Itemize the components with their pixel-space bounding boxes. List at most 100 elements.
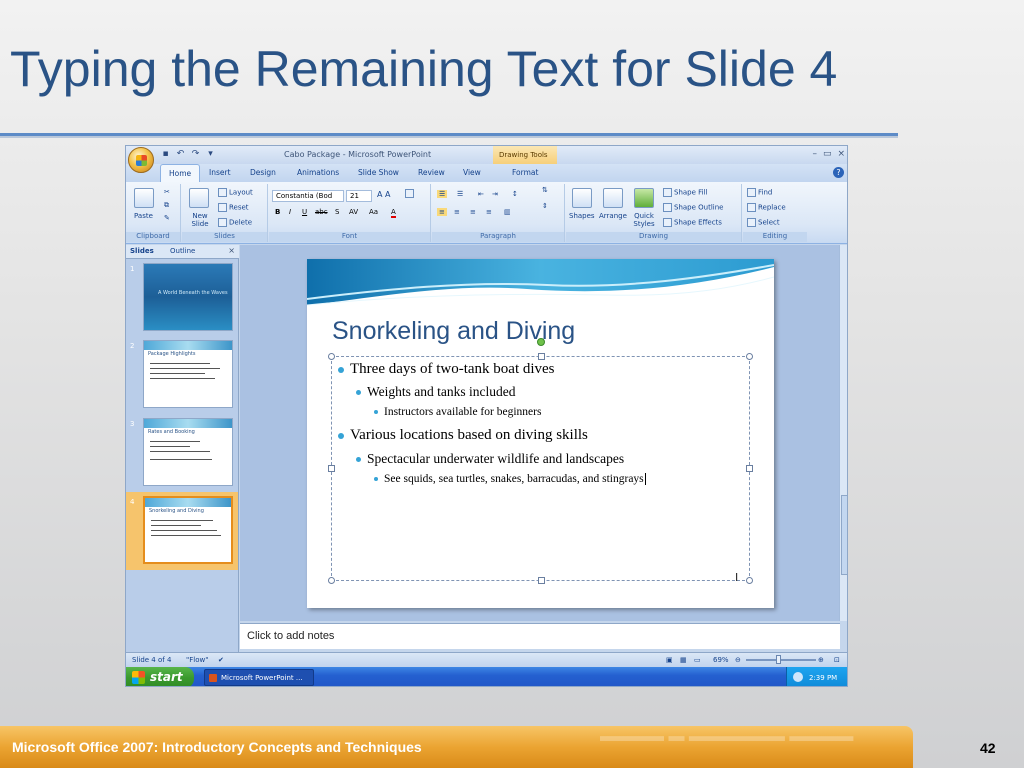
taskbar-powerpoint-item[interactable]: Microsoft PowerPoint ... <box>204 669 314 686</box>
decrease-indent-icon[interactable]: ⇤ <box>478 190 484 198</box>
zoom-level[interactable]: 69% <box>713 656 729 664</box>
increase-indent-icon[interactable]: ⇥ <box>492 190 498 198</box>
thumbnail-wave <box>144 419 232 428</box>
resize-handle-top-right[interactable] <box>746 353 753 360</box>
customize-qat-icon[interactable]: ▾ <box>205 149 216 160</box>
line-spacing-icon[interactable]: ↕ <box>512 190 518 198</box>
resize-handle-right[interactable] <box>746 465 753 472</box>
delete-label: Delete <box>229 218 252 227</box>
zoom-slider[interactable] <box>746 655 816 664</box>
copy-icon[interactable]: ⧉ <box>164 201 169 210</box>
columns-icon[interactable]: ▥ <box>504 208 511 216</box>
content-placeholder[interactable]: Three days of two-tank boat dives Weight… <box>328 338 753 584</box>
tab-format[interactable]: Format <box>512 168 538 177</box>
resize-handle-top[interactable] <box>538 353 545 360</box>
zoom-slider-knob[interactable] <box>776 655 781 664</box>
shape-fill-button[interactable]: Shape Fill <box>663 188 708 197</box>
minimize-button[interactable]: – <box>812 149 817 159</box>
close-pane-icon[interactable]: × <box>228 246 235 255</box>
spelling-check-icon[interactable]: ✔ <box>218 656 224 664</box>
arrange-button[interactable]: Arrange <box>599 212 627 220</box>
slide-sorter-icon[interactable]: ▦ <box>680 656 687 664</box>
font-size-combo[interactable]: 21 <box>346 190 372 202</box>
redo-icon[interactable]: ↷ <box>190 149 201 160</box>
tray-icon[interactable] <box>793 672 803 682</box>
save-icon[interactable]: ▪ <box>160 149 171 160</box>
title-divider-shadow <box>0 136 898 138</box>
office-button[interactable] <box>128 147 154 173</box>
resize-handle-top-left[interactable] <box>328 353 335 360</box>
notes-pane[interactable]: Click to add notes <box>240 623 840 649</box>
fit-to-window-icon[interactable]: ⊡ <box>834 656 840 664</box>
underline-icon[interactable]: U <box>302 208 307 216</box>
slide-thumbnail-4[interactable]: Snorkeling and Diving <box>143 496 233 564</box>
change-case-icon[interactable]: Aa <box>369 208 378 216</box>
numbering-icon[interactable]: ☰ <box>457 190 463 198</box>
thumbnail-text-line <box>150 459 212 460</box>
cut-icon[interactable]: ✂ <box>164 188 170 196</box>
normal-view-icon[interactable]: ▣ <box>666 656 673 664</box>
slide-thumbnail-2[interactable]: Package Highlights <box>143 340 233 408</box>
tab-slide-show[interactable]: Slide Show <box>358 168 399 177</box>
resize-handle-bottom-right[interactable] <box>746 577 753 584</box>
align-text-icon[interactable]: ⇕ <box>542 202 548 210</box>
bold-icon[interactable]: B <box>275 208 280 216</box>
vertical-scrollbar[interactable] <box>839 245 847 621</box>
tab-review[interactable]: Review <box>418 168 445 177</box>
quick-styles-button[interactable]: Quick Styles <box>629 212 659 228</box>
slide-thumbnail-3[interactable]: Rates and Booking <box>143 418 233 486</box>
shape-effects-button[interactable]: Shape Effects <box>663 218 722 227</box>
clear-formatting-icon[interactable] <box>405 189 416 198</box>
slide-show-icon[interactable]: ▭ <box>694 656 701 664</box>
bullets-icon[interactable]: ☰ <box>437 190 448 198</box>
char-spacing-icon[interactable]: AV <box>349 208 358 216</box>
slide-thumbnail-1[interactable]: A World Beneath the Waves <box>143 263 233 331</box>
tab-view[interactable]: View <box>463 168 481 177</box>
paste-button[interactable]: Paste <box>134 212 153 220</box>
format-painter-icon[interactable]: ✎ <box>164 214 170 222</box>
italic-icon[interactable]: I <box>289 208 291 216</box>
layout-icon <box>218 188 227 197</box>
tab-outline[interactable]: Outline <box>170 247 195 255</box>
start-button[interactable]: start <box>126 667 194 686</box>
resize-handle-bottom-left[interactable] <box>328 577 335 584</box>
replace-button[interactable]: Replace <box>747 203 786 212</box>
strikethrough-icon[interactable]: abc <box>315 208 328 216</box>
shadow-icon[interactable]: S <box>335 208 339 216</box>
tab-home[interactable]: Home <box>160 164 201 183</box>
font-name-combo[interactable]: Constantia (Bod <box>272 190 344 202</box>
shape-outline-button[interactable]: Shape Outline <box>663 203 723 212</box>
tab-animations[interactable]: Animations <box>297 168 339 177</box>
maximize-button[interactable]: ▭ <box>823 149 832 159</box>
new-slide-button[interactable]: New Slide <box>185 212 215 228</box>
center-icon[interactable]: ≡ <box>454 208 460 216</box>
close-button[interactable]: × <box>837 149 845 159</box>
select-label: Select <box>758 218 780 227</box>
select-button[interactable]: Select <box>747 218 780 227</box>
undo-icon[interactable]: ↶ <box>175 149 186 160</box>
rotation-handle[interactable] <box>537 338 545 346</box>
slide-canvas[interactable]: Snorkeling and Diving Three days of two-… <box>307 259 774 608</box>
find-button[interactable]: Find <box>747 188 772 197</box>
justify-icon[interactable]: ≡ <box>486 208 492 216</box>
tab-design[interactable]: Design <box>250 168 276 177</box>
resize-handle-left[interactable] <box>328 465 335 472</box>
text-direction-icon[interactable]: ⇅ <box>542 186 548 194</box>
align-left-icon[interactable]: ≡ <box>437 208 447 216</box>
resize-handle-bottom[interactable] <box>538 577 545 584</box>
help-icon[interactable]: ? <box>833 167 844 178</box>
delete-button[interactable]: Delete <box>218 218 252 227</box>
bullet-dot <box>374 410 378 415</box>
shapes-button[interactable]: Shapes <box>569 212 595 220</box>
tab-insert[interactable]: Insert <box>209 168 231 177</box>
page-number: 42 <box>980 740 996 756</box>
grow-font-icon[interactable]: A A <box>377 190 391 199</box>
tab-slides[interactable]: Slides <box>130 247 154 255</box>
layout-button[interactable]: Layout <box>218 188 253 197</box>
reset-button[interactable]: Reset <box>218 203 249 212</box>
zoom-in-icon[interactable]: ⊕ <box>818 656 824 664</box>
font-color-icon[interactable]: A <box>391 208 396 218</box>
zoom-out-icon[interactable]: ⊖ <box>735 656 741 664</box>
scrollbar-thumb[interactable] <box>841 495 847 575</box>
align-right-icon[interactable]: ≡ <box>470 208 476 216</box>
